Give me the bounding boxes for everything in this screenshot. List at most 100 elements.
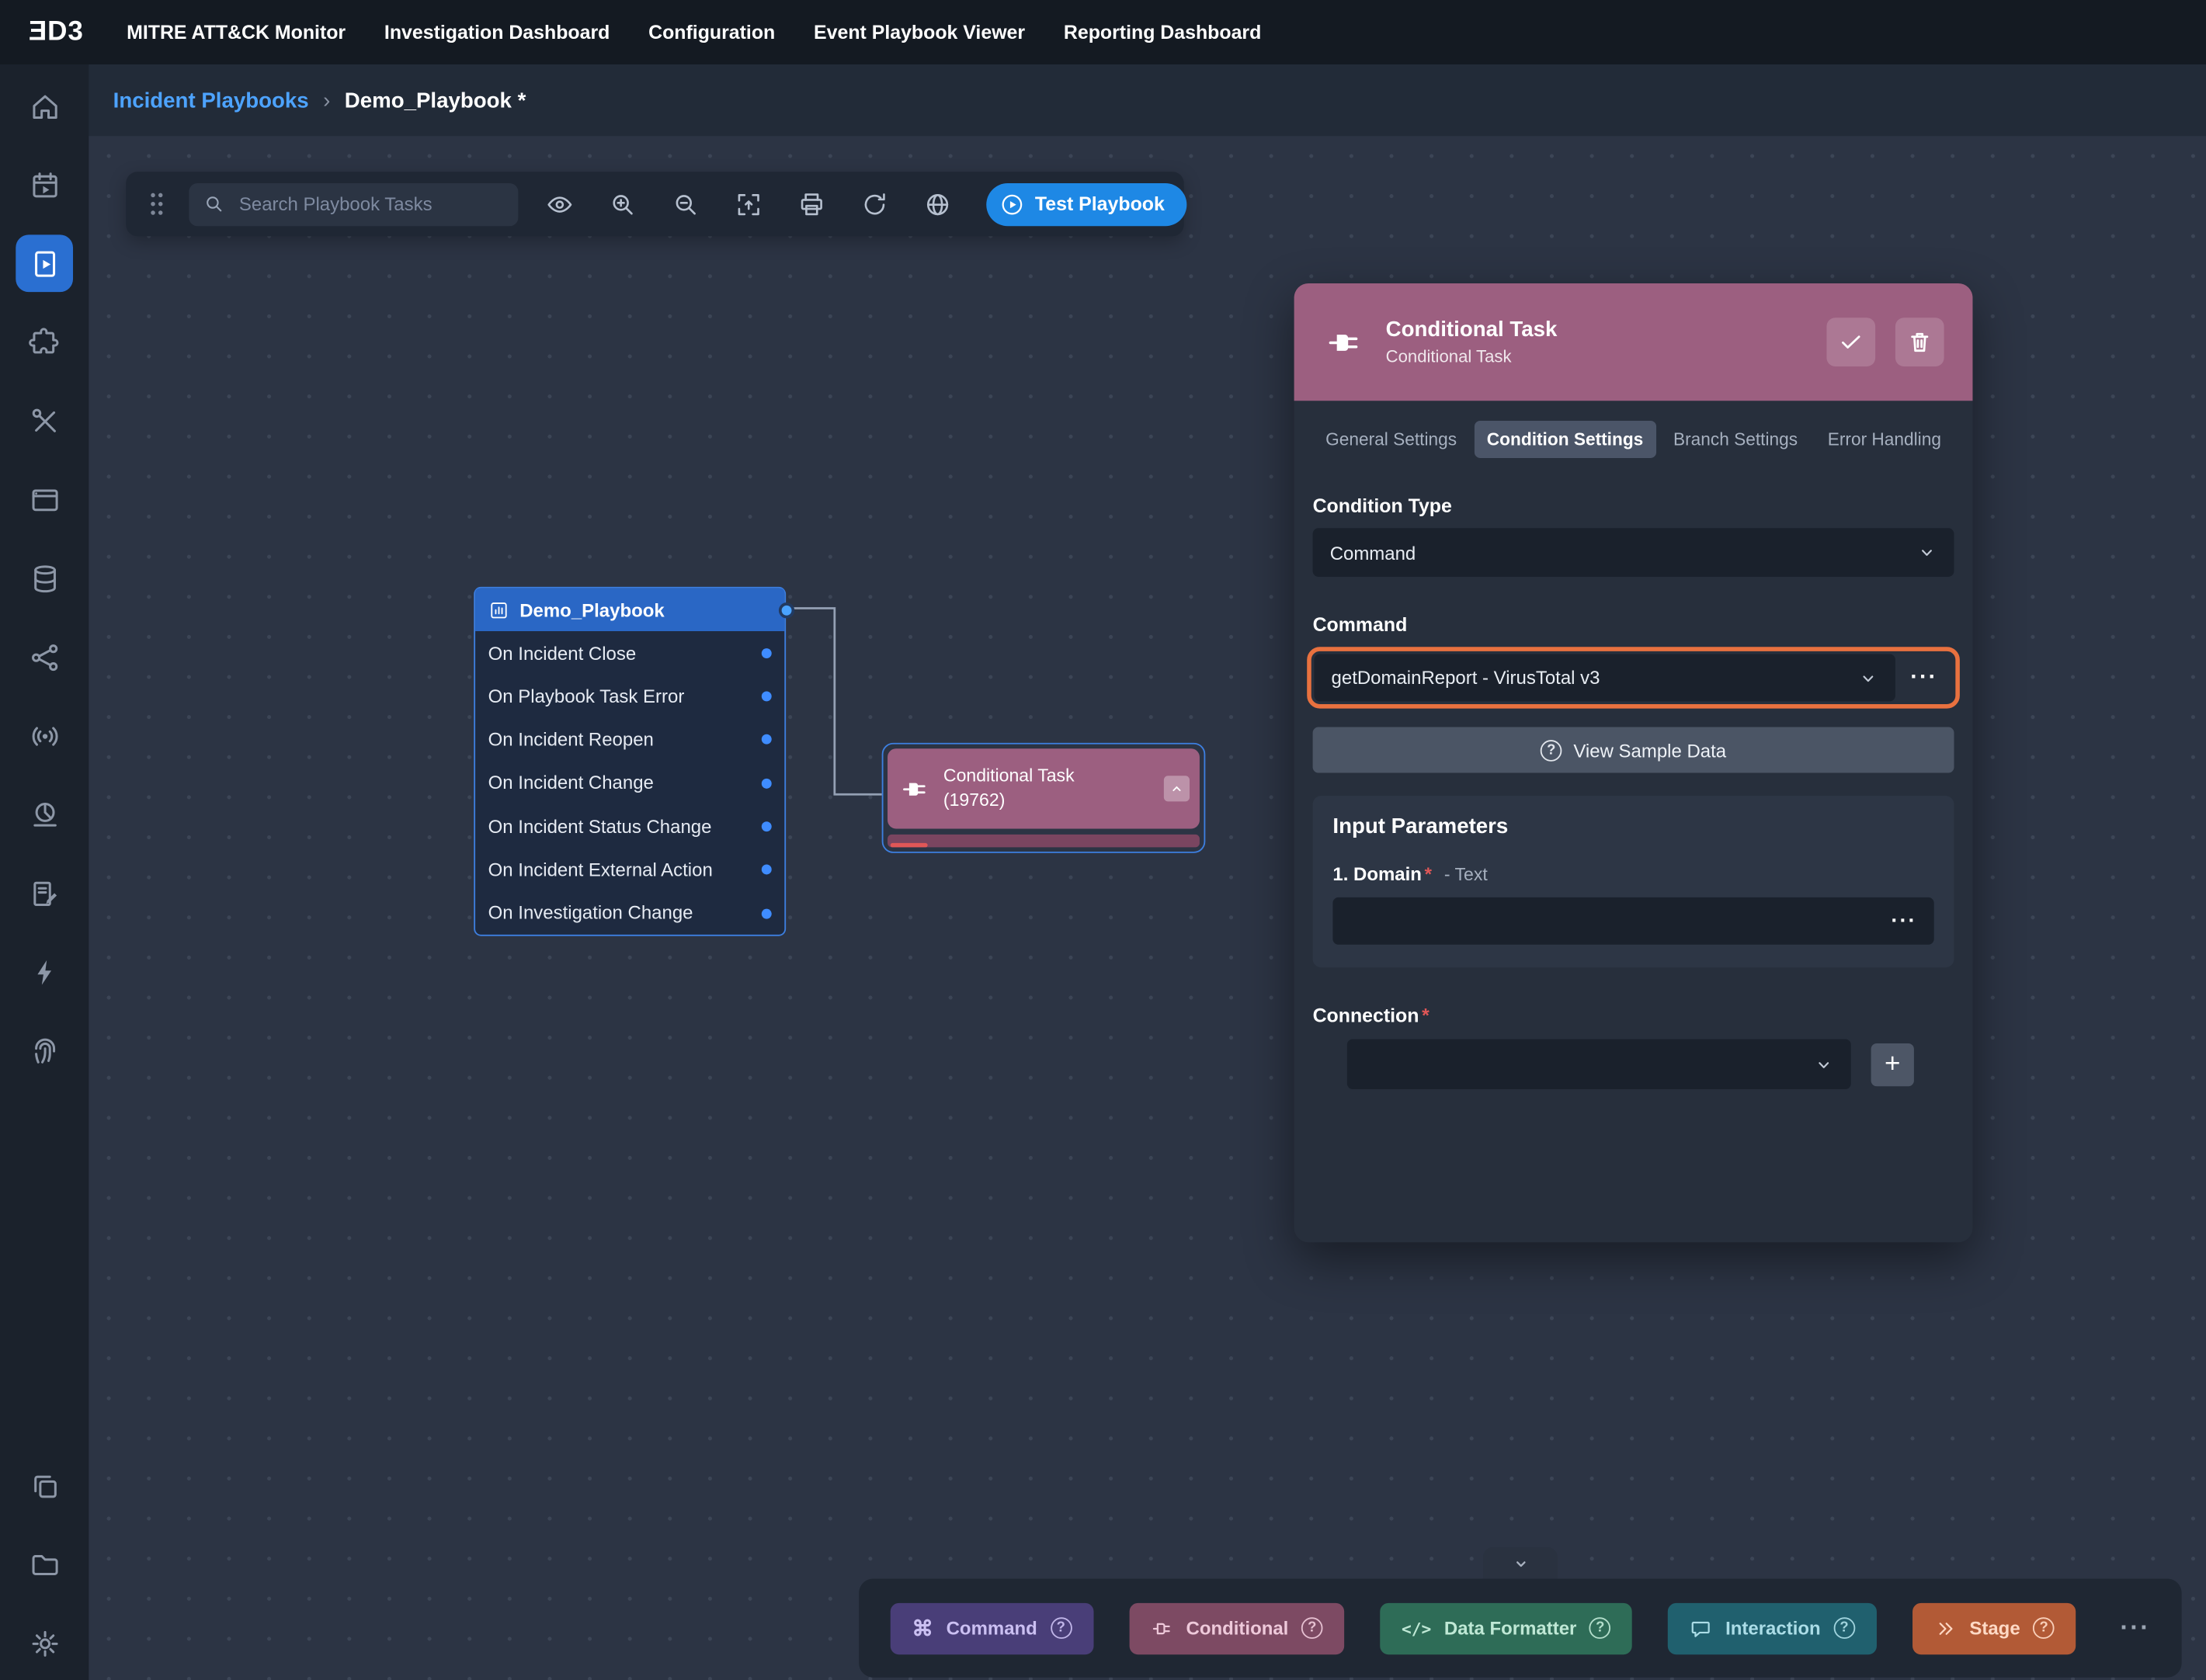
nav-item-mitre-attck-monitor[interactable]: MITRE ATT&CK Monitor: [127, 22, 346, 43]
nav-item-investigation-dashboard[interactable]: Investigation Dashboard: [384, 22, 610, 43]
tab-error-handling[interactable]: Error Handling: [1815, 421, 1954, 458]
test-playbook-button[interactable]: Test Playbook: [986, 182, 1186, 225]
trigger-port[interactable]: [762, 908, 772, 918]
d3-logo[interactable]: ƎD3: [29, 16, 84, 48]
sidebar-item-data[interactable]: [16, 550, 73, 607]
playbook-node-demo-playbook[interactable]: Demo_Playbook On Incident Close On Playb…: [474, 587, 786, 936]
confirm-button[interactable]: [1826, 318, 1875, 366]
refresh-button[interactable]: [860, 189, 889, 218]
trigger-row-on-incident-close[interactable]: On Incident Close: [475, 631, 784, 675]
check-icon: [1838, 329, 1864, 355]
trash-icon: [1907, 329, 1933, 355]
add-interaction-task-button[interactable]: Interaction ?: [1668, 1602, 1876, 1654]
chevron-down-icon: [1509, 1552, 1531, 1574]
panel-tabs: General Settings Condition Settings Bran…: [1313, 421, 1954, 458]
command-more-button[interactable]: ···: [1895, 654, 1953, 702]
add-conditional-task-button[interactable]: Conditional ?: [1129, 1602, 1344, 1654]
plug-icon: [901, 773, 931, 804]
sidebar-item-integrations[interactable]: [16, 314, 73, 371]
button-label: Conditional: [1186, 1617, 1289, 1639]
add-connection-button[interactable]: +: [1871, 1043, 1914, 1085]
add-command-task-button[interactable]: ⌘ Command ?: [891, 1602, 1093, 1654]
command-key-icon: ⌘: [912, 1616, 933, 1641]
sidebar-item-calendar[interactable]: [16, 156, 73, 213]
node-collapse-button[interactable]: [1164, 776, 1190, 801]
trigger-port[interactable]: [762, 691, 772, 701]
conditional-task-node[interactable]: Conditional Task (19762): [882, 743, 1206, 853]
trigger-row-on-incident-external-action[interactable]: On Incident External Action: [475, 849, 784, 892]
sidebar-item-reports[interactable]: [16, 786, 73, 843]
sidebar-item-identity[interactable]: [16, 1022, 73, 1079]
trigger-row-on-incident-status-change[interactable]: On Incident Status Change: [475, 805, 784, 849]
broadcast-icon: [28, 719, 61, 751]
command-select[interactable]: getDomainReport - VirusTotal v3: [1314, 654, 1895, 702]
condition-type-select[interactable]: Command: [1313, 528, 1954, 577]
help-icon[interactable]: ?: [1589, 1617, 1611, 1639]
required-asterisk: *: [1425, 863, 1432, 885]
param-domain-input[interactable]: ···: [1332, 897, 1933, 945]
sidebar-item-files[interactable]: [16, 1536, 73, 1593]
task-search-box[interactable]: [189, 182, 518, 225]
sidebar-item-home[interactable]: [16, 78, 73, 135]
breadcrumb-current-playbook: Demo_Playbook *: [345, 88, 526, 112]
sidebar-item-broadcast[interactable]: [16, 707, 73, 765]
zoom-in-button[interactable]: [609, 189, 637, 218]
visibility-button[interactable]: [545, 189, 574, 218]
output-port[interactable]: [779, 602, 794, 618]
delete-task-button[interactable]: [1895, 318, 1944, 366]
sidebar-item-copy[interactable]: [16, 1457, 73, 1515]
nav-item-configuration[interactable]: Configuration: [648, 22, 775, 43]
add-stage-button[interactable]: Stage ?: [1912, 1602, 2076, 1654]
network-icon: [28, 640, 61, 673]
tab-general-settings[interactable]: General Settings: [1313, 421, 1470, 458]
trigger-port[interactable]: [762, 734, 772, 745]
view-sample-data-button[interactable]: ? View Sample Data: [1313, 727, 1954, 773]
param-editor-button[interactable]: ···: [1891, 909, 1916, 933]
help-icon[interactable]: ?: [1050, 1617, 1072, 1639]
conditional-task-label: Conditional Task (19762): [943, 765, 1106, 813]
playbook-node-header[interactable]: Demo_Playbook: [475, 588, 784, 631]
conditional-task-body[interactable]: Conditional Task (19762): [888, 748, 1200, 828]
input-parameters-title: Input Parameters: [1332, 814, 1933, 838]
sidebar-item-settings[interactable]: [16, 1615, 73, 1672]
task-settings-panel: Conditional Task Conditional Task Genera…: [1294, 283, 1973, 1242]
fit-view-button[interactable]: [735, 189, 763, 218]
sidebar-item-playbooks[interactable]: [16, 234, 73, 292]
trigger-row-on-playbook-task-error[interactable]: On Playbook Task Error: [475, 675, 784, 718]
chevron-up-icon: [1168, 780, 1185, 797]
trigger-port[interactable]: [762, 865, 772, 875]
fingerprint-icon: [28, 1034, 61, 1067]
add-data-formatter-task-button[interactable]: </> Data Formatter ?: [1380, 1602, 1632, 1654]
playbook-canvas[interactable]: Test Playbook Demo_Playbook On Incident …: [89, 136, 2206, 1680]
zoom-out-button[interactable]: [672, 189, 700, 218]
trigger-port[interactable]: [762, 821, 772, 831]
trigger-row-on-incident-change[interactable]: On Incident Change: [475, 762, 784, 805]
help-icon[interactable]: ?: [2033, 1617, 2055, 1639]
connection-select[interactable]: [1347, 1039, 1851, 1089]
trigger-port[interactable]: [762, 648, 772, 658]
sidebar-item-forms[interactable]: [16, 865, 73, 922]
trigger-row-on-investigation-change[interactable]: On Investigation Change: [475, 892, 784, 935]
breadcrumb-incident-playbooks[interactable]: Incident Playbooks: [113, 88, 309, 112]
toolbar-collapse-tab[interactable]: [1483, 1547, 1558, 1579]
drag-handle-icon[interactable]: [146, 189, 168, 219]
sidebar-item-automation[interactable]: [16, 943, 73, 1001]
help-icon[interactable]: ?: [1833, 1617, 1855, 1639]
plug-icon: [1325, 323, 1364, 362]
sidebar-item-connections[interactable]: [16, 628, 73, 686]
sidebar-item-utilities[interactable]: [16, 392, 73, 450]
search-input[interactable]: [236, 192, 504, 216]
breadcrumb-separator: ›: [323, 88, 330, 112]
eye-icon: [545, 189, 574, 218]
tab-branch-settings[interactable]: Branch Settings: [1660, 421, 1810, 458]
print-button[interactable]: [797, 189, 826, 218]
help-icon[interactable]: ?: [1301, 1617, 1323, 1639]
tab-condition-settings[interactable]: Condition Settings: [1474, 421, 1656, 458]
globe-button[interactable]: [923, 189, 952, 218]
trigger-row-on-incident-reopen[interactable]: On Incident Reopen: [475, 718, 784, 762]
nav-item-reporting-dashboard[interactable]: Reporting Dashboard: [1064, 22, 1261, 43]
more-tasks-button[interactable]: ···: [2120, 1613, 2150, 1644]
trigger-port[interactable]: [762, 778, 772, 788]
nav-item-event-playbook-viewer[interactable]: Event Playbook Viewer: [814, 22, 1025, 43]
sidebar-item-window[interactable]: [16, 471, 73, 529]
